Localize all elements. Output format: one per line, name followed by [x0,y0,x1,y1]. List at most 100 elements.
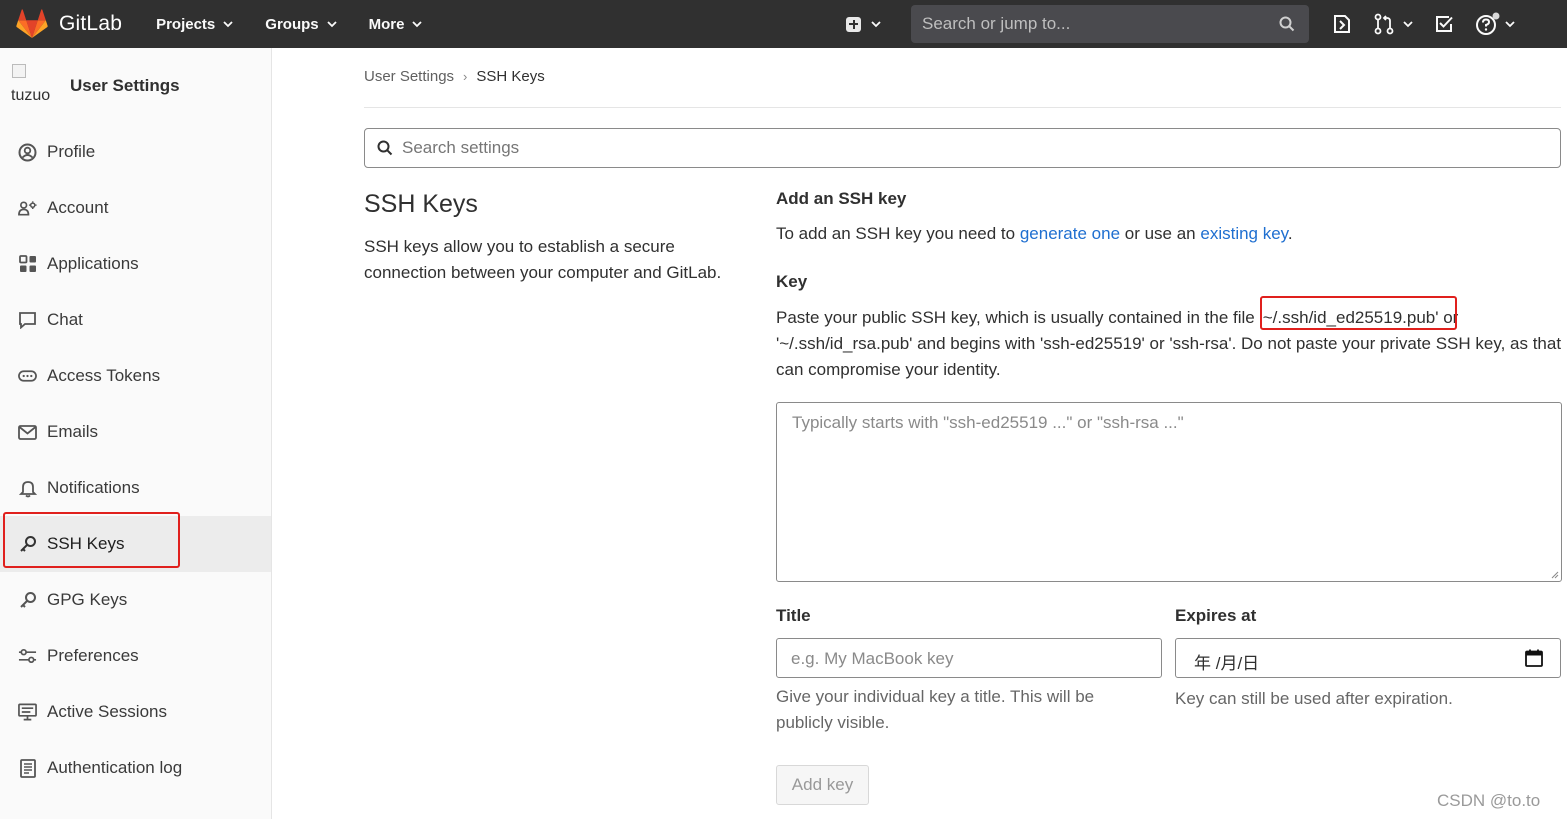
add-key-text: or use an [1120,224,1201,243]
sidebar-item-authentication-log[interactable]: Authentication log [0,740,271,796]
chevron-right-icon: › [463,69,468,84]
add-key-text: To add an SSH key you need to [776,224,1020,243]
email-icon [18,423,37,442]
profile-icon [18,143,37,162]
sidebar-item-active-sessions[interactable]: Active Sessions [0,684,271,740]
new-dropdown[interactable] [836,0,881,48]
sidebar-item-label: Access Tokens [47,366,161,385]
nav-projects-label: Projects [156,15,216,33]
key-textarea[interactable]: Typically starts with "ssh-ed25519 ..." … [776,402,1562,582]
expires-date-value: 年 /月/日 [1194,654,1260,673]
sidebar-item-applications[interactable]: Applications [0,236,271,292]
key-help-text-part: Paste your public SSH key, which is usua… [776,308,1260,327]
chevron-down-icon [871,21,881,28]
bell-icon [18,479,37,498]
sidebar-item-notifications[interactable]: Notifications [0,460,271,516]
existing-key-link[interactable]: existing key [1200,224,1288,243]
settings-sidebar: tuzuo User Settings Profile Account Appl… [0,48,272,819]
sidebar-nav: Profile Account Applications Chat Access… [0,124,271,796]
preferences-icon [18,647,37,666]
nav-groups-label: Groups [265,15,319,33]
sidebar-item-label: Notifications [47,478,140,497]
expires-label: Expires at [1175,606,1257,625]
add-key-button[interactable]: Add key [776,765,869,805]
token-icon [18,367,37,386]
brand-name: GitLab [59,12,123,35]
calendar-icon[interactable] [1525,649,1543,667]
title-input[interactable]: e.g. My MacBook key [776,638,1162,678]
section-description: SSH keys allow you to establish a secure… [364,237,722,282]
gitlab-home-link[interactable]: GitLab [16,0,122,48]
sidebar-item-chat[interactable]: Chat [0,292,271,348]
todo-icon[interactable] [1433,13,1455,35]
breadcrumb-current[interactable]: SSH Keys [476,68,544,85]
sidebar-item-gpg-keys[interactable]: GPG Keys [0,572,271,628]
chevron-down-icon [1403,21,1413,28]
nav-more[interactable]: More [353,0,439,48]
sidebar-item-label: Preferences [47,646,139,665]
chevron-down-icon [412,21,423,28]
nav-more-label: More [368,15,405,33]
sidebar-header[interactable]: tuzuo User Settings [10,62,180,110]
sidebar-item-profile[interactable]: Profile [0,124,271,180]
merge-request-icon[interactable] [1373,13,1395,35]
sidebar-item-preferences[interactable]: Preferences [0,628,271,684]
account-icon [18,199,37,218]
applications-icon [18,255,37,274]
watermark: CSDN @to.to [1437,791,1541,810]
sidebar-item-access-tokens[interactable]: Access Tokens [0,348,271,404]
sidebar-item-account[interactable]: Account [0,180,271,236]
chevron-down-icon [223,21,233,28]
key-icon [18,591,37,610]
key-textarea-placeholder: Typically starts with "ssh-ed25519 ..." … [792,413,1184,432]
key-label: Key [776,272,808,291]
expires-date-input[interactable]: 年 /月/日 [1175,638,1561,678]
plus-icon [846,16,861,32]
nav-projects[interactable]: Projects [140,0,249,48]
highlight-box [1260,296,1457,330]
chevron-down-icon [326,21,337,28]
add-key-heading: Add an SSH key [776,189,907,208]
log-icon [18,758,37,778]
sidebar-item-emails[interactable]: Emails [0,404,271,460]
gitlab-logo-icon [16,9,48,38]
search-icon [377,140,393,156]
nav-groups[interactable]: Groups [249,0,352,48]
search-icon [1279,16,1295,32]
title-help-text: Give your individual key a title. This w… [776,687,1095,732]
add-key-instructions: To add an SSH key you need to generate o… [776,224,1293,244]
section-title: SSH Keys [364,190,478,218]
sidebar-item-label: Authentication log [47,758,183,777]
monitor-icon [18,703,37,722]
help-icon[interactable] [1475,12,1501,36]
broken-image-icon [12,64,26,78]
generate-one-link[interactable]: generate one [1020,224,1120,243]
avatar-alt-text: tuzuo [11,87,51,104]
resize-handle-icon[interactable] [1550,570,1559,579]
breadcrumb: User Settings › SSH Keys [364,68,545,85]
title-label: Title [776,606,811,625]
sidebar-item-label: GPG Keys [47,590,128,609]
nav-menu: Projects Groups More [140,0,438,48]
add-key-text: . [1287,224,1293,243]
sidebar-item-label: Chat [47,310,83,329]
expires-help-text: Key can still be used after expiration. [1175,689,1453,708]
highlight-box [3,512,180,568]
chat-icon [18,311,37,330]
global-search-input[interactable]: Search or jump to... [911,5,1309,43]
sidebar-item-label: Profile [47,142,96,161]
avatar: tuzuo [10,62,58,110]
main-content: User Settings › SSH Keys Search settings… [272,48,1567,819]
sidebar-item-label: Account [47,198,109,217]
top-navbar: GitLab Projects Groups More Search or ju… [0,0,1567,48]
sidebar-item-label: Emails [47,422,99,441]
issues-icon[interactable] [1331,13,1353,35]
settings-search-placeholder: Search settings [402,138,520,157]
new-button[interactable] [846,0,881,48]
settings-search-input[interactable]: Search settings [364,128,1561,168]
title-input-placeholder: e.g. My MacBook key [791,649,954,668]
global-search-placeholder: Search or jump to... [922,14,1071,33]
sidebar-title: User Settings [70,76,180,95]
breadcrumb-parent[interactable]: User Settings [364,68,454,85]
divider [364,107,1561,108]
